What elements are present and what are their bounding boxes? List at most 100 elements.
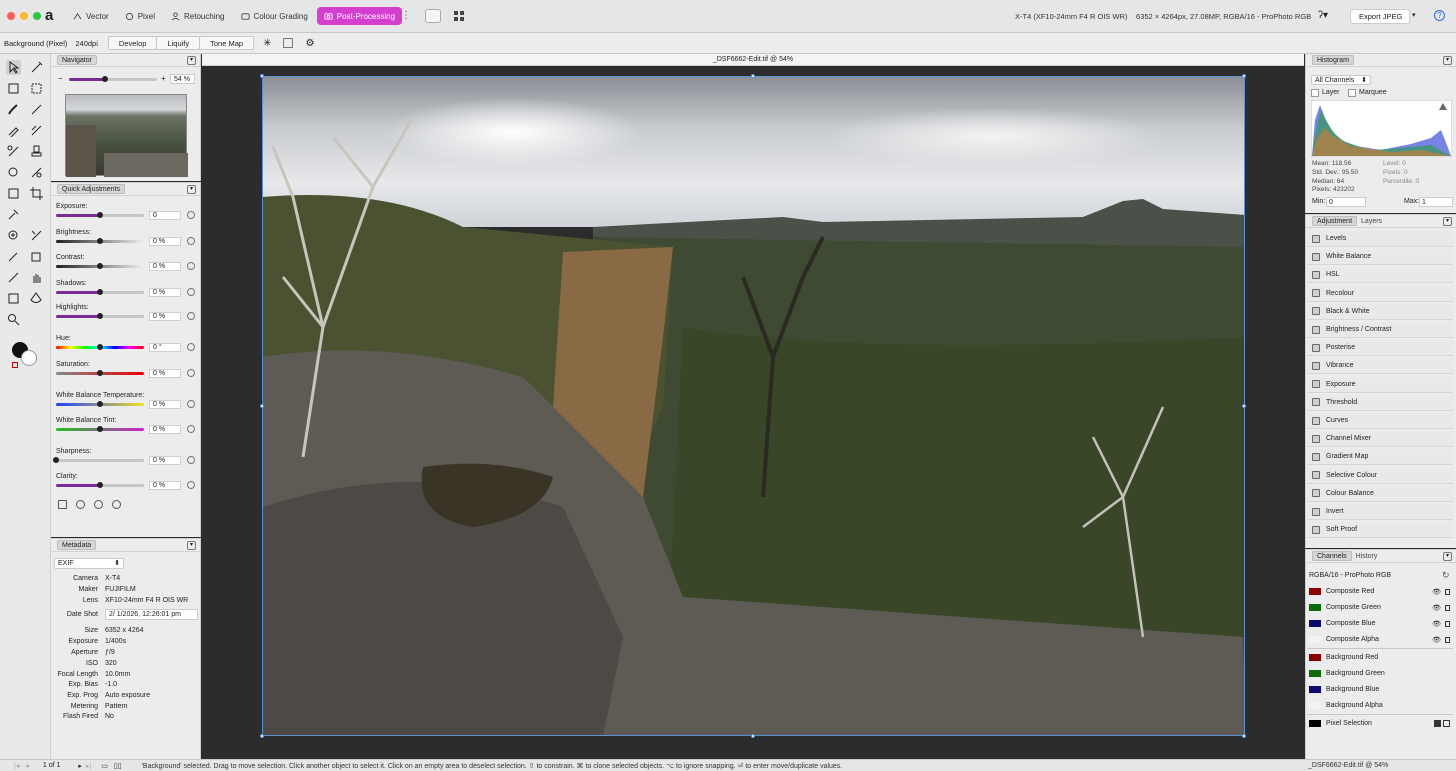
visibility-eye-icon[interactable]: 👁 — [1432, 588, 1441, 596]
adjustment-item[interactable]: Recolour — [1307, 285, 1453, 302]
flood-fill-icon[interactable] — [29, 249, 44, 264]
history-tab[interactable]: History — [1352, 553, 1382, 560]
selection-to-mask-icon[interactable] — [1434, 720, 1441, 727]
qa-value-field[interactable]: 0 % — [149, 456, 181, 465]
qa-value-field[interactable]: 0 — [149, 211, 181, 220]
qa-slider-knob[interactable] — [97, 263, 103, 269]
settings-gear-icon[interactable]: ⚙ — [305, 38, 314, 49]
qa-slider[interactable] — [56, 401, 144, 407]
auto-enhance-icon[interactable]: ✳ — [263, 38, 271, 49]
colour-mode-icon[interactable] — [94, 500, 103, 509]
marquee-checkbox[interactable] — [1348, 89, 1356, 97]
persona-colour-grading[interactable]: Colour Grading — [234, 7, 315, 25]
zoom-window-button[interactable] — [33, 12, 41, 20]
red-eye-tool-icon[interactable] — [6, 249, 21, 264]
qa-value-field[interactable]: 0 % — [149, 369, 181, 378]
persona-retouching[interactable]: Retouching — [164, 7, 231, 25]
persona-pixel[interactable]: Pixel — [118, 7, 162, 25]
channel-row[interactable]: Background Alpha — [1307, 698, 1453, 713]
gradient-tool-icon[interactable] — [6, 291, 21, 306]
channel-row[interactable]: Background Red — [1307, 650, 1453, 665]
qa-slider-knob[interactable] — [97, 482, 103, 488]
channels-collapse-icon[interactable]: ▾ — [1443, 552, 1452, 561]
fill-tool-icon[interactable] — [29, 291, 44, 306]
channels-tab[interactable]: Channels — [1312, 551, 1352, 561]
qa-slider[interactable] — [53, 457, 144, 463]
smudge-brush-icon[interactable] — [29, 123, 44, 138]
lock-icon[interactable] — [1445, 604, 1450, 611]
selection-handle-ml[interactable] — [260, 404, 264, 408]
qa-slider[interactable] — [56, 263, 144, 269]
photo-layer[interactable] — [262, 76, 1245, 736]
channel-row[interactable]: Composite Blue 👁 — [1307, 616, 1453, 631]
channel-row[interactable]: Composite Alpha 👁 — [1307, 632, 1453, 647]
next-page-icon[interactable]: ▸ — [78, 762, 82, 770]
qa-value-field[interactable]: 0 % — [149, 262, 181, 271]
qa-slider[interactable] — [56, 370, 144, 376]
export-dropdown-icon[interactable]: ▾ — [1412, 11, 1416, 19]
help-icon[interactable]: ? — [1434, 10, 1445, 21]
zoom-in-icon[interactable]: + — [161, 74, 166, 83]
adjustment-item[interactable]: HSL — [1307, 267, 1453, 284]
selection-handle-tl[interactable] — [260, 74, 264, 78]
pixel-brush-icon[interactable] — [29, 102, 44, 117]
liquify-button[interactable]: Liquify — [156, 36, 201, 50]
colour-picker-icon[interactable] — [6, 207, 21, 222]
document-tab[interactable]: _DSF6662-Edit.tif @ 54% — [202, 54, 1304, 66]
qa-value-field[interactable]: 0 % — [149, 288, 181, 297]
histogram-max-field[interactable]: 1 — [1419, 197, 1453, 207]
adjustment-item[interactable]: Soft Proof — [1307, 522, 1453, 539]
qa-slider-knob[interactable] — [97, 426, 103, 432]
adjustment-item[interactable]: White Balance — [1307, 249, 1453, 266]
tone-mode-icon[interactable] — [76, 500, 85, 509]
adjustment-item[interactable]: Black & White — [1307, 303, 1453, 320]
reset-icon[interactable] — [187, 400, 195, 408]
adjustment-collapse-icon[interactable]: ▾ — [1443, 217, 1452, 226]
dodge-brush-icon[interactable] — [6, 144, 21, 159]
no-colour-icon[interactable] — [12, 362, 18, 368]
quick-adjustments-collapse-icon[interactable]: ▾ — [187, 185, 196, 194]
qa-value-field[interactable]: 0 % — [149, 425, 181, 434]
selection-mode-icon[interactable] — [283, 38, 294, 48]
histogram-min-field[interactable]: 0 — [1326, 197, 1366, 207]
patch-tool-icon[interactable] — [29, 228, 44, 243]
quick-adjustments-tab[interactable]: Quick Adjustments — [57, 184, 125, 194]
reset-icon[interactable] — [187, 369, 195, 377]
persona-vector[interactable]: Vector — [66, 7, 116, 25]
crop-tool-icon[interactable] — [29, 186, 44, 201]
prev-page-icon[interactable]: ◂ — [25, 762, 29, 770]
qa-slider[interactable] — [56, 289, 144, 295]
qa-slider[interactable] — [56, 426, 144, 432]
secondary-colour-swatch[interactable] — [21, 350, 37, 366]
marquee-tool-icon[interactable] — [29, 81, 44, 96]
histogram-tab[interactable]: Histogram — [1312, 55, 1354, 65]
qa-value-field[interactable]: 0 % — [149, 481, 181, 490]
qa-slider-knob[interactable] — [97, 289, 103, 295]
healing-brush-icon[interactable] — [6, 228, 21, 243]
selection-handle-mr[interactable] — [1242, 404, 1246, 408]
reset-icon[interactable] — [187, 456, 195, 464]
qa-slider-knob[interactable] — [97, 238, 103, 244]
lock-icon[interactable] — [1445, 588, 1450, 595]
adjustment-item[interactable]: Invert — [1307, 504, 1453, 520]
qa-slider-knob[interactable] — [97, 344, 103, 350]
adjustment-item[interactable]: Vibrance — [1307, 358, 1453, 375]
minimize-window-button[interactable] — [20, 12, 28, 20]
qa-slider[interactable] — [56, 344, 144, 350]
erase-brush-icon[interactable] — [6, 123, 21, 138]
layers-tab[interactable]: Layers — [1357, 218, 1386, 225]
qa-slider[interactable] — [56, 313, 144, 319]
selection-handle-tr[interactable] — [1242, 74, 1246, 78]
zoom-slider-knob[interactable] — [102, 76, 108, 82]
pixel-selection-row[interactable]: Pixel Selection — [1307, 716, 1453, 731]
lock-icon[interactable] — [1445, 620, 1450, 627]
layer-checkbox[interactable] — [1311, 89, 1319, 97]
selection-handle-br[interactable] — [1242, 734, 1246, 738]
visibility-eye-icon[interactable]: 👁 — [1432, 620, 1441, 628]
qa-value-field[interactable]: 0 % — [149, 237, 181, 246]
reset-icon[interactable] — [187, 481, 195, 489]
channel-row[interactable]: Background Blue — [1307, 682, 1453, 697]
selection-handle-bc[interactable] — [751, 734, 755, 738]
qa-slider[interactable] — [56, 238, 144, 244]
metadata-tab[interactable]: Metadata — [57, 540, 97, 550]
